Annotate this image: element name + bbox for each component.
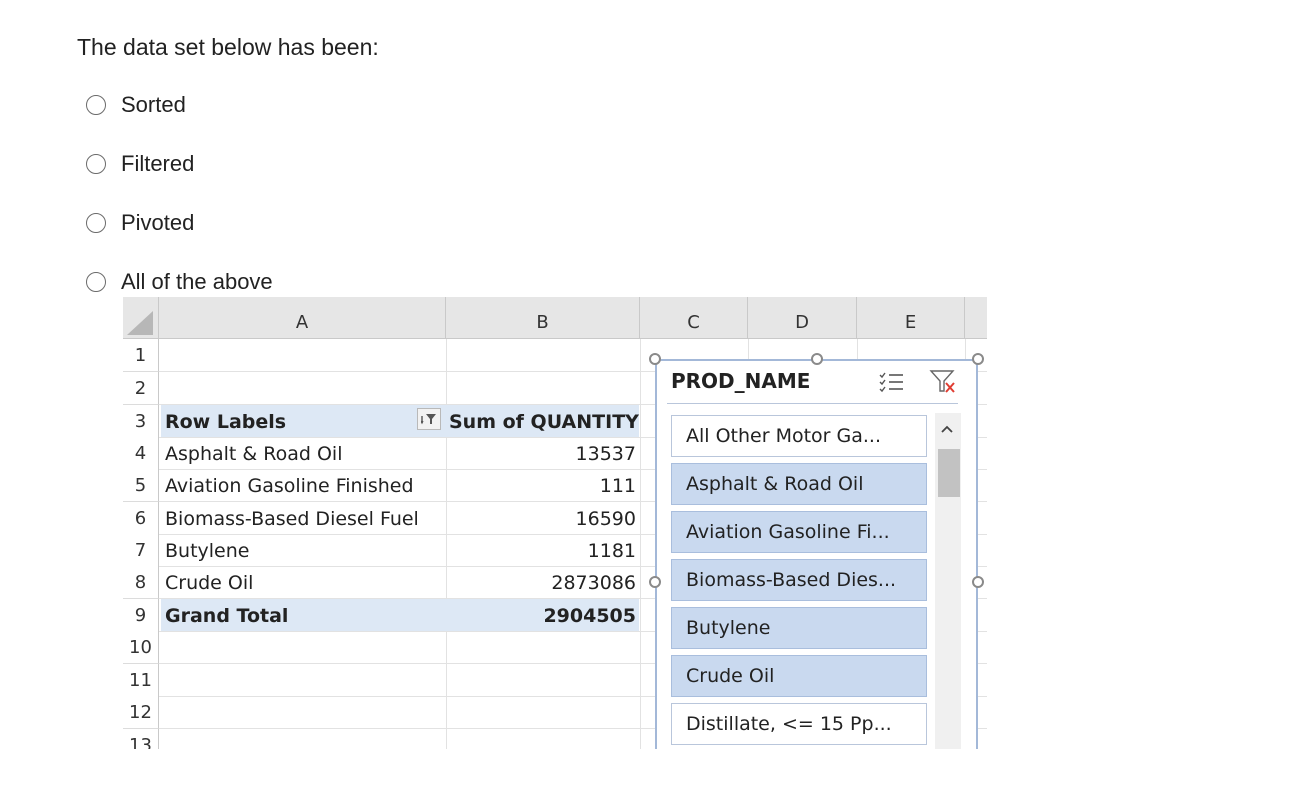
option-filtered[interactable]: Filtered (86, 149, 194, 179)
row-header[interactable]: 11 (123, 664, 159, 697)
slicer-item-biomass-based-diesel[interactable]: Biomass-Based Dies... (671, 559, 927, 601)
question-text: The data set below has been: (77, 34, 379, 60)
spreadsheet-image: A B C D E 1 2 3 4 5 6 7 8 9 10 11 12 13 … (123, 297, 987, 749)
slicer-scroll-thumb[interactable] (938, 449, 960, 497)
option-label: All of the above (121, 269, 273, 294)
pivot-row-value[interactable]: 1181 (446, 534, 636, 567)
radio-button[interactable] (86, 272, 106, 292)
option-label: Sorted (121, 92, 186, 117)
pivot-row-value[interactable]: 111 (446, 469, 636, 502)
column-header-d[interactable]: D (748, 297, 857, 339)
resize-handle[interactable] (649, 353, 661, 365)
pivot-row-value[interactable]: 16590 (446, 502, 636, 535)
row-header[interactable]: 13 (123, 729, 159, 749)
pivot-row-label[interactable]: Crude Oil (165, 566, 253, 599)
row-header[interactable]: 6 (123, 502, 159, 535)
slicer-item-all-other-motor-gasoline[interactable]: All Other Motor Ga... (671, 415, 927, 457)
pivot-row-labels-header[interactable]: Row Labels (165, 405, 286, 438)
column-header-e[interactable]: E (857, 297, 965, 339)
column-header-c[interactable]: C (640, 297, 748, 339)
pivot-row-label[interactable]: Biomass-Based Diesel Fuel (165, 502, 419, 535)
row-header[interactable]: 8 (123, 566, 159, 599)
option-all-of-the-above[interactable]: All of the above (86, 267, 273, 297)
pivot-grand-total-value[interactable]: 2904505 (446, 599, 636, 632)
row-header[interactable]: 7 (123, 534, 159, 567)
option-label: Pivoted (121, 210, 195, 235)
column-header-b[interactable]: B (446, 297, 640, 339)
row-header[interactable]: 1 (123, 339, 159, 372)
filter-dropdown-icon[interactable] (417, 408, 441, 430)
clear-filter-icon[interactable] (929, 369, 957, 399)
resize-handle[interactable] (649, 576, 661, 588)
slicer-item-crude-oil[interactable]: Crude Oil (671, 655, 927, 697)
pivot-row-label[interactable]: Butylene (165, 534, 249, 567)
radio-button[interactable] (86, 154, 106, 174)
row-header[interactable]: 3 (123, 405, 159, 438)
slicer-item-aviation-gasoline[interactable]: Aviation Gasoline Fi... (671, 511, 927, 553)
pivot-row-label[interactable]: Aviation Gasoline Finished (165, 469, 414, 502)
slicer-title: PROD_NAME (671, 369, 811, 393)
row-header[interactable]: 12 (123, 696, 159, 729)
row-header[interactable]: 5 (123, 469, 159, 502)
slicer-item-butylene[interactable]: Butylene (671, 607, 927, 649)
slicer-item-distillate[interactable]: Distillate, <= 15 Pp... (671, 703, 927, 745)
slicer-item-asphalt-road-oil[interactable]: Asphalt & Road Oil (671, 463, 927, 505)
row-header[interactable]: 4 (123, 437, 159, 470)
resize-handle[interactable] (972, 576, 984, 588)
prod-name-slicer[interactable]: PROD_NAME All Other Motor Ga... Asphalt … (655, 359, 978, 749)
row-header[interactable]: 10 (123, 631, 159, 664)
pivot-row-value[interactable]: 13537 (446, 437, 636, 470)
scroll-up-icon[interactable] (940, 419, 954, 438)
option-label: Filtered (121, 151, 195, 176)
radio-button[interactable] (86, 95, 106, 115)
resize-handle[interactable] (811, 353, 823, 365)
row-header[interactable]: 9 (123, 599, 159, 632)
option-pivoted[interactable]: Pivoted (86, 208, 194, 238)
column-header-a[interactable]: A (159, 297, 446, 339)
select-all-corner[interactable] (123, 297, 159, 339)
row-header[interactable]: 2 (123, 372, 159, 405)
pivot-row-value[interactable]: 2873086 (446, 566, 636, 599)
resize-handle[interactable] (972, 353, 984, 365)
pivot-row-label[interactable]: Asphalt & Road Oil (165, 437, 343, 470)
column-header-next[interactable] (965, 297, 987, 339)
multi-select-icon[interactable] (879, 371, 905, 399)
option-sorted[interactable]: Sorted (86, 90, 186, 120)
radio-button[interactable] (86, 213, 106, 233)
pivot-sum-header[interactable]: Sum of QUANTITY (449, 405, 639, 438)
pivot-grand-total-label[interactable]: Grand Total (165, 599, 288, 632)
